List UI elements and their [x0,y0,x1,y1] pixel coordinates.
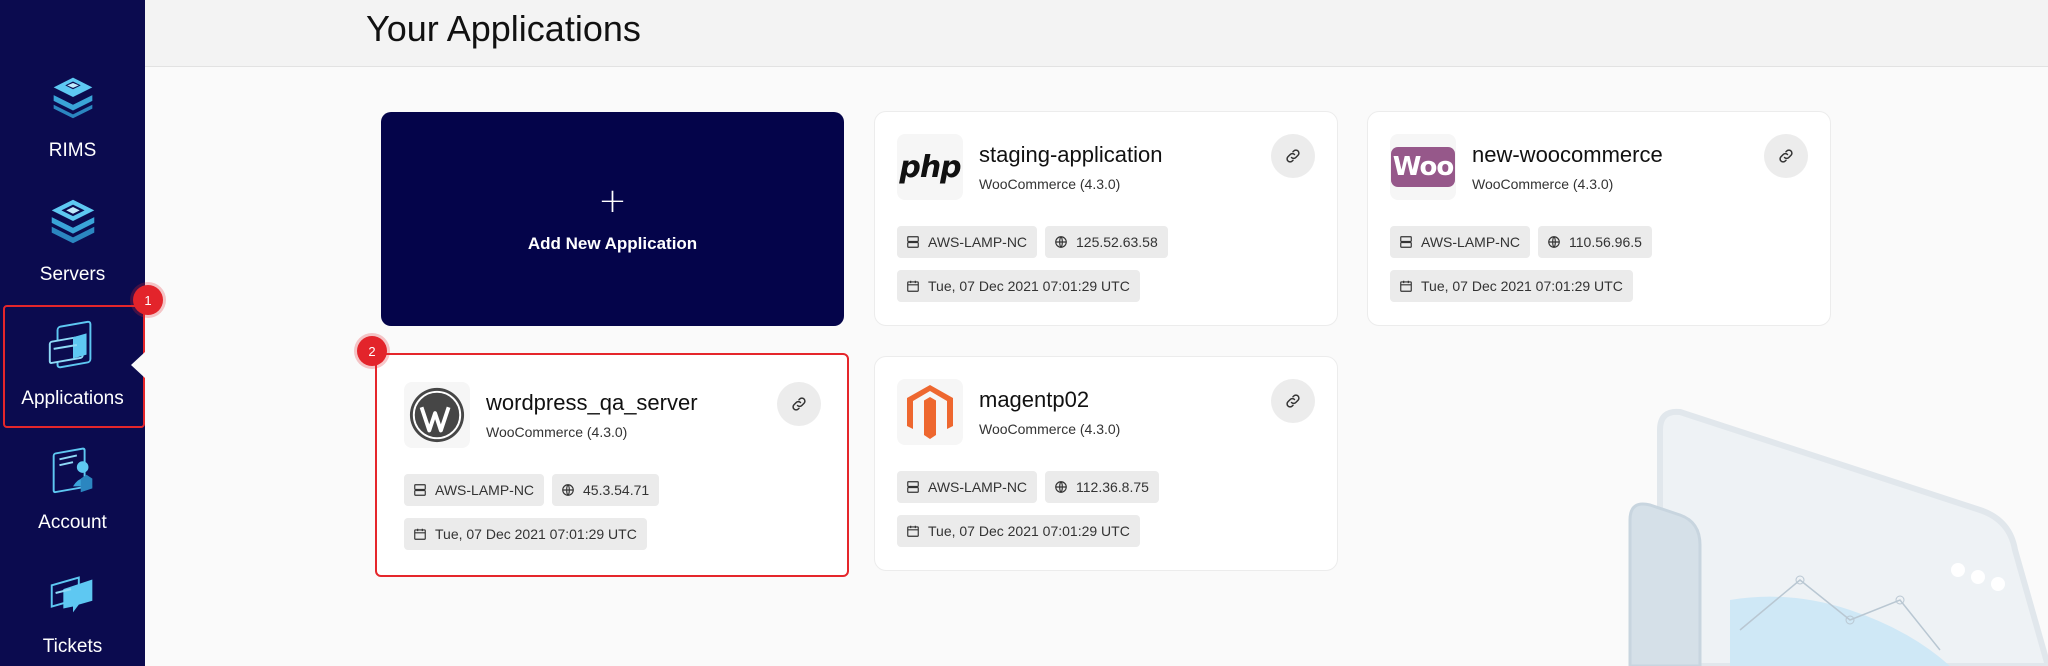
server-icon [907,481,919,493]
application-type: WooCommerce (4.3.0) [1472,176,1614,192]
wordpress-logo [404,382,470,448]
account-icon [52,447,92,494]
sidebar-item-account[interactable]: Account [0,422,145,542]
add-new-application-label: Add New Application [527,234,698,253]
page-title: Your Applications [366,8,641,49]
magento-icon [907,385,953,439]
application-name[interactable]: staging-application [979,142,1162,168]
application-card-magentp02[interactable]: magentp02 WooCommerce (4.3.0) AWS-LAMP-N… [874,356,1338,571]
step-badge-2: 2 [357,336,387,366]
active-nav-caret [131,352,145,378]
date-tag: Tue, 07 Dec 2021 07:01:29 UTC [1390,270,1633,302]
calendar-icon [1400,280,1412,292]
plus-icon: + [598,181,627,221]
sidebar-item-servers[interactable]: Servers [0,174,145,294]
application-type: WooCommerce (4.3.0) [979,176,1121,192]
calendar-icon [907,525,919,537]
globe-icon [1548,236,1560,248]
ip-tag: 110.56.96.5 [1538,226,1652,258]
server-icon [414,484,426,496]
magento-logo [897,379,963,445]
sidebar-item-label: Tickets [42,636,103,657]
link-button[interactable] [1764,134,1808,178]
step-badge-1: 1 [133,285,163,315]
sidebar-item-label: RIMS [48,140,97,161]
active-nav-highlight [3,305,145,428]
server-tag: AWS-LAMP-NC [1390,226,1531,258]
woocommerce-logo: Woo [1390,134,1456,200]
tickets-icon [50,576,92,613]
ip-tag: 125.52.63.58 [1045,226,1168,258]
ip-tag: 45.3.54.71 [552,474,660,506]
link-icon [1286,394,1300,408]
php-logo: php [897,134,963,200]
sidebar-item-tickets[interactable]: Tickets [0,546,145,666]
ip-tag: 112.36.8.75 [1045,471,1159,503]
sidebar-item-rims[interactable]: RIMS [0,50,145,170]
add-new-application-card[interactable]: + Add New Application [381,112,844,326]
server-tag: AWS-LAMP-NC [897,226,1038,258]
sidebar: RIMS Servers Applications Account Ticket… [0,0,145,666]
link-icon [1779,149,1793,163]
date-tag: Tue, 07 Dec 2021 07:01:29 UTC [897,515,1140,547]
server-icon [907,236,919,248]
application-name[interactable]: magentp02 [979,387,1089,413]
calendar-icon [414,528,426,540]
sidebar-item-label: Servers [39,264,106,285]
application-type: WooCommerce (4.3.0) [979,421,1121,437]
link-button[interactable] [1271,134,1315,178]
application-name[interactable]: wordpress_qa_server [486,390,698,416]
server-icon [1400,236,1412,248]
link-icon [792,397,806,411]
decorative-illustration [1628,408,2048,666]
server-tag: AWS-LAMP-NC [897,471,1038,503]
application-name[interactable]: new-woocommerce [1472,142,1663,168]
sidebar-item-label: Account [38,512,107,533]
application-type: WooCommerce (4.3.0) [486,424,628,440]
date-tag: Tue, 07 Dec 2021 07:01:29 UTC [404,518,647,550]
application-card-wordpress-qa-server[interactable]: wordpress_qa_server WooCommerce (4.3.0) … [375,353,849,577]
page-header: Your Applications [145,0,2048,67]
link-button[interactable] [777,382,821,426]
link-icon [1286,149,1300,163]
date-tag: Tue, 07 Dec 2021 07:01:29 UTC [897,270,1140,302]
application-card-staging-application[interactable]: php staging-application WooCommerce (4.3… [874,111,1338,326]
globe-icon [1055,236,1067,248]
application-card-new-woocommerce[interactable]: Woo new-woocommerce WooCommerce (4.3.0) … [1367,111,1831,326]
rims-icon [53,77,92,119]
globe-icon [1055,481,1067,493]
servers-icon [51,199,94,244]
globe-icon [562,484,574,496]
link-button[interactable] [1271,379,1315,423]
server-tag: AWS-LAMP-NC [404,474,545,506]
calendar-icon [907,280,919,292]
wordpress-icon [409,387,465,443]
